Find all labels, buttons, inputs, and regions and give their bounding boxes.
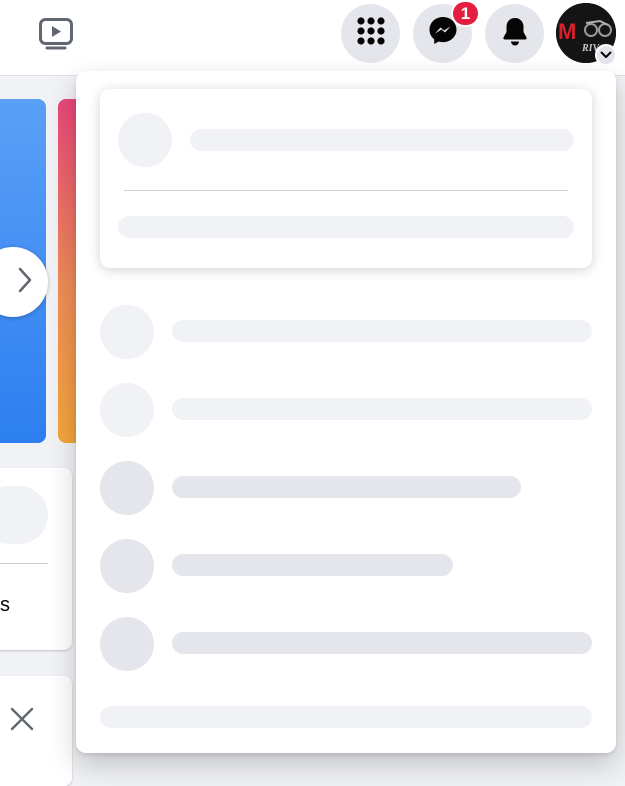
composer-action-label[interactable]: s [0, 594, 10, 617]
skeleton-menu-icon [100, 617, 154, 671]
skeleton-menu-icon [100, 461, 154, 515]
profile-card-divider [124, 190, 568, 191]
svg-text:M: M [558, 19, 576, 44]
bell-icon [501, 16, 529, 51]
skeleton-menu-icon [100, 383, 154, 437]
skeleton-menu-label [172, 632, 592, 654]
composer-divider [0, 563, 48, 564]
menu-button[interactable] [341, 4, 400, 63]
skeleton-line [118, 216, 574, 238]
skeleton-menu-label [172, 398, 592, 420]
notifications-button[interactable] [485, 4, 544, 63]
skeleton-menu-label [172, 476, 521, 498]
skeleton-menu-label [172, 554, 453, 576]
skeleton-avatar [118, 113, 172, 167]
profile-summary-card [100, 89, 592, 268]
messenger-unread-badge: 1 [451, 0, 480, 27]
skeleton-footer-line [100, 706, 592, 728]
close-icon[interactable] [10, 707, 34, 731]
menu-grid-icon [356, 16, 386, 51]
skeleton-menu-label [172, 320, 592, 342]
skeleton-line [190, 129, 574, 151]
watch-icon[interactable] [38, 17, 74, 51]
account-caret-icon[interactable] [595, 44, 617, 66]
skeleton-menu-icon [100, 539, 154, 593]
chevron-right-icon [16, 266, 34, 299]
top-navigation-bar: 1 M RIV [0, 0, 625, 76]
skeleton-menu-icon [100, 305, 154, 359]
